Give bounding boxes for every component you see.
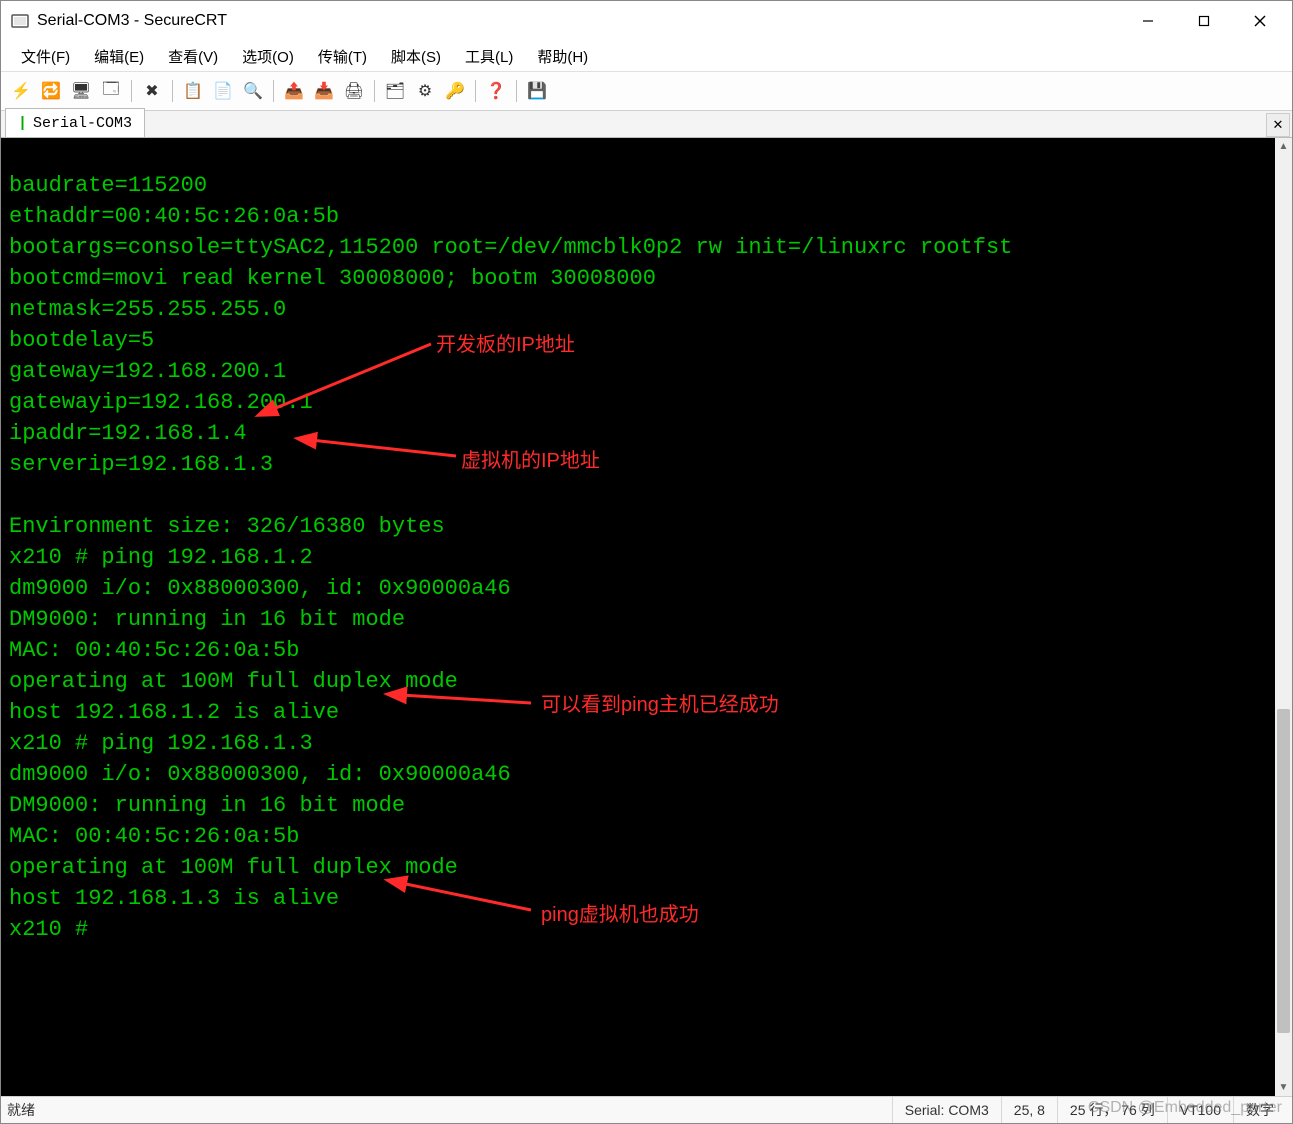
statusbar: 就绪 Serial: COM3 25, 8 25 行， 76 列 VT100 数…	[1, 1096, 1292, 1123]
toolbar-separator	[475, 80, 476, 102]
window-title: Serial-COM3 - SecureCRT	[37, 12, 227, 30]
tool-key-icon[interactable]: 🔑	[441, 77, 469, 105]
menu-help[interactable]: 帮助(H)	[525, 42, 600, 71]
toolbar-separator	[172, 80, 173, 102]
menu-transfer[interactable]: 传输(T)	[306, 42, 379, 71]
toolbar-separator	[374, 80, 375, 102]
session-tab[interactable]: | Serial-COM3	[5, 108, 145, 137]
scroll-track[interactable]	[1275, 155, 1292, 1079]
maximize-button[interactable]	[1176, 1, 1232, 41]
menu-options[interactable]: 选项(O)	[230, 42, 306, 71]
menu-tools[interactable]: 工具(L)	[453, 42, 525, 71]
status-ready: 就绪	[7, 1100, 35, 1120]
menu-file[interactable]: 文件(F)	[9, 42, 82, 71]
tool-find-icon[interactable]: 🔍	[239, 77, 267, 105]
scroll-thumb[interactable]	[1277, 709, 1290, 1032]
status-term: VT100	[1167, 1097, 1233, 1123]
scroll-up-button[interactable]: ▲	[1275, 138, 1292, 155]
tool-properties-icon[interactable]: 🗂	[381, 77, 409, 105]
tool-settings-icon[interactable]: ⚙	[411, 77, 439, 105]
tool-delete-icon[interactable]: ✖	[138, 77, 166, 105]
minimize-button[interactable]	[1120, 1, 1176, 41]
toolbar-separator	[273, 80, 274, 102]
tool-new-session-icon[interactable]: 🖥	[67, 77, 95, 105]
connection-status-icon: |	[18, 115, 27, 132]
tool-copy-icon[interactable]: 📋	[179, 77, 207, 105]
tool-quick-connect-icon[interactable]: ⚡	[7, 77, 35, 105]
status-serial: Serial: COM3	[892, 1097, 1001, 1123]
status-extra: 数字	[1233, 1097, 1286, 1123]
terminal-area: baudrate=115200 ethaddr=00:40:5c:26:0a:5…	[1, 138, 1292, 1096]
tool-save-icon[interactable]: 💾	[523, 77, 551, 105]
toolbar-separator	[131, 80, 132, 102]
scroll-down-button[interactable]: ▼	[1275, 1079, 1292, 1096]
tool-send-icon[interactable]: 📤	[280, 77, 308, 105]
tool-reconnect-icon[interactable]: 🔁	[37, 77, 65, 105]
status-size: 25 行， 76 列	[1057, 1097, 1167, 1123]
vertical-scrollbar[interactable]: ▲ ▼	[1275, 138, 1292, 1096]
menubar: 文件(F) 编辑(E) 查看(V) 选项(O) 传输(T) 脚本(S) 工具(L…	[1, 41, 1292, 72]
tool-disconnect-icon[interactable]: 🗔	[97, 77, 125, 105]
close-button[interactable]	[1232, 1, 1288, 41]
toolbar-separator	[516, 80, 517, 102]
tool-receive-icon[interactable]: 📥	[310, 77, 338, 105]
menu-view[interactable]: 查看(V)	[156, 42, 230, 71]
toolbar: ⚡ 🔁 🖥 🗔 ✖ 📋 📄 🔍 📤 📥 🖨 🗂 ⚙ 🔑 ❓ 💾	[1, 72, 1292, 111]
app-icon	[11, 12, 29, 30]
titlebar: Serial-COM3 - SecureCRT	[1, 1, 1292, 41]
tool-paste-icon[interactable]: 📄	[209, 77, 237, 105]
menu-script[interactable]: 脚本(S)	[379, 42, 453, 71]
menu-edit[interactable]: 编辑(E)	[82, 42, 156, 71]
tool-help-icon[interactable]: ❓	[482, 77, 510, 105]
tab-close-button[interactable]: ✕	[1266, 113, 1290, 137]
status-cursor: 25, 8	[1001, 1097, 1057, 1123]
app-window: Serial-COM3 - SecureCRT 文件(F) 编辑(E) 查看(V…	[0, 0, 1293, 1124]
terminal-output[interactable]: baudrate=115200 ethaddr=00:40:5c:26:0a:5…	[1, 160, 1288, 1074]
tool-print-icon[interactable]: 🖨	[340, 77, 368, 105]
session-tab-label: Serial-COM3	[33, 115, 132, 132]
tab-bar: | Serial-COM3 ✕	[1, 111, 1292, 138]
